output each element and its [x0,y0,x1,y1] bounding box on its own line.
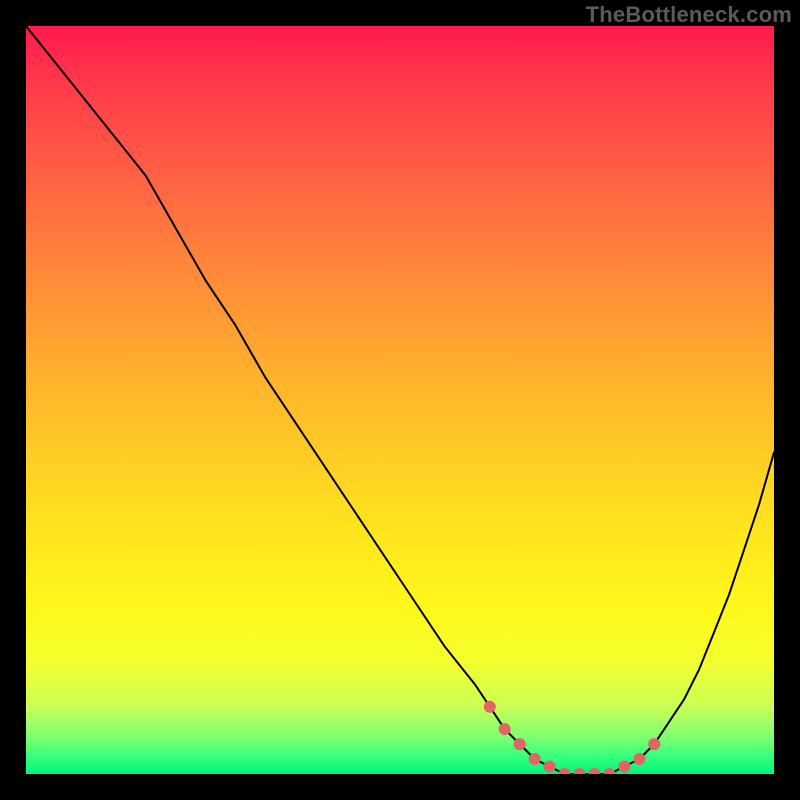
marker-point [574,768,586,774]
marker-point [499,723,511,735]
marker-point [589,768,601,774]
marker-point [529,753,541,765]
marker-point [618,761,630,773]
marker-point [559,768,571,774]
marker-point [484,701,496,713]
marker-point [514,738,526,750]
highlighted-minimum-markers [484,701,661,774]
watermark-label: TheBottleneck.com [586,2,792,28]
chart-overlay [26,26,774,774]
marker-point [544,761,556,773]
marker-point [603,768,615,774]
marker-point [648,738,660,750]
bottleneck-curve [26,26,774,774]
chart-frame: TheBottleneck.com [0,0,800,800]
marker-point [633,753,645,765]
